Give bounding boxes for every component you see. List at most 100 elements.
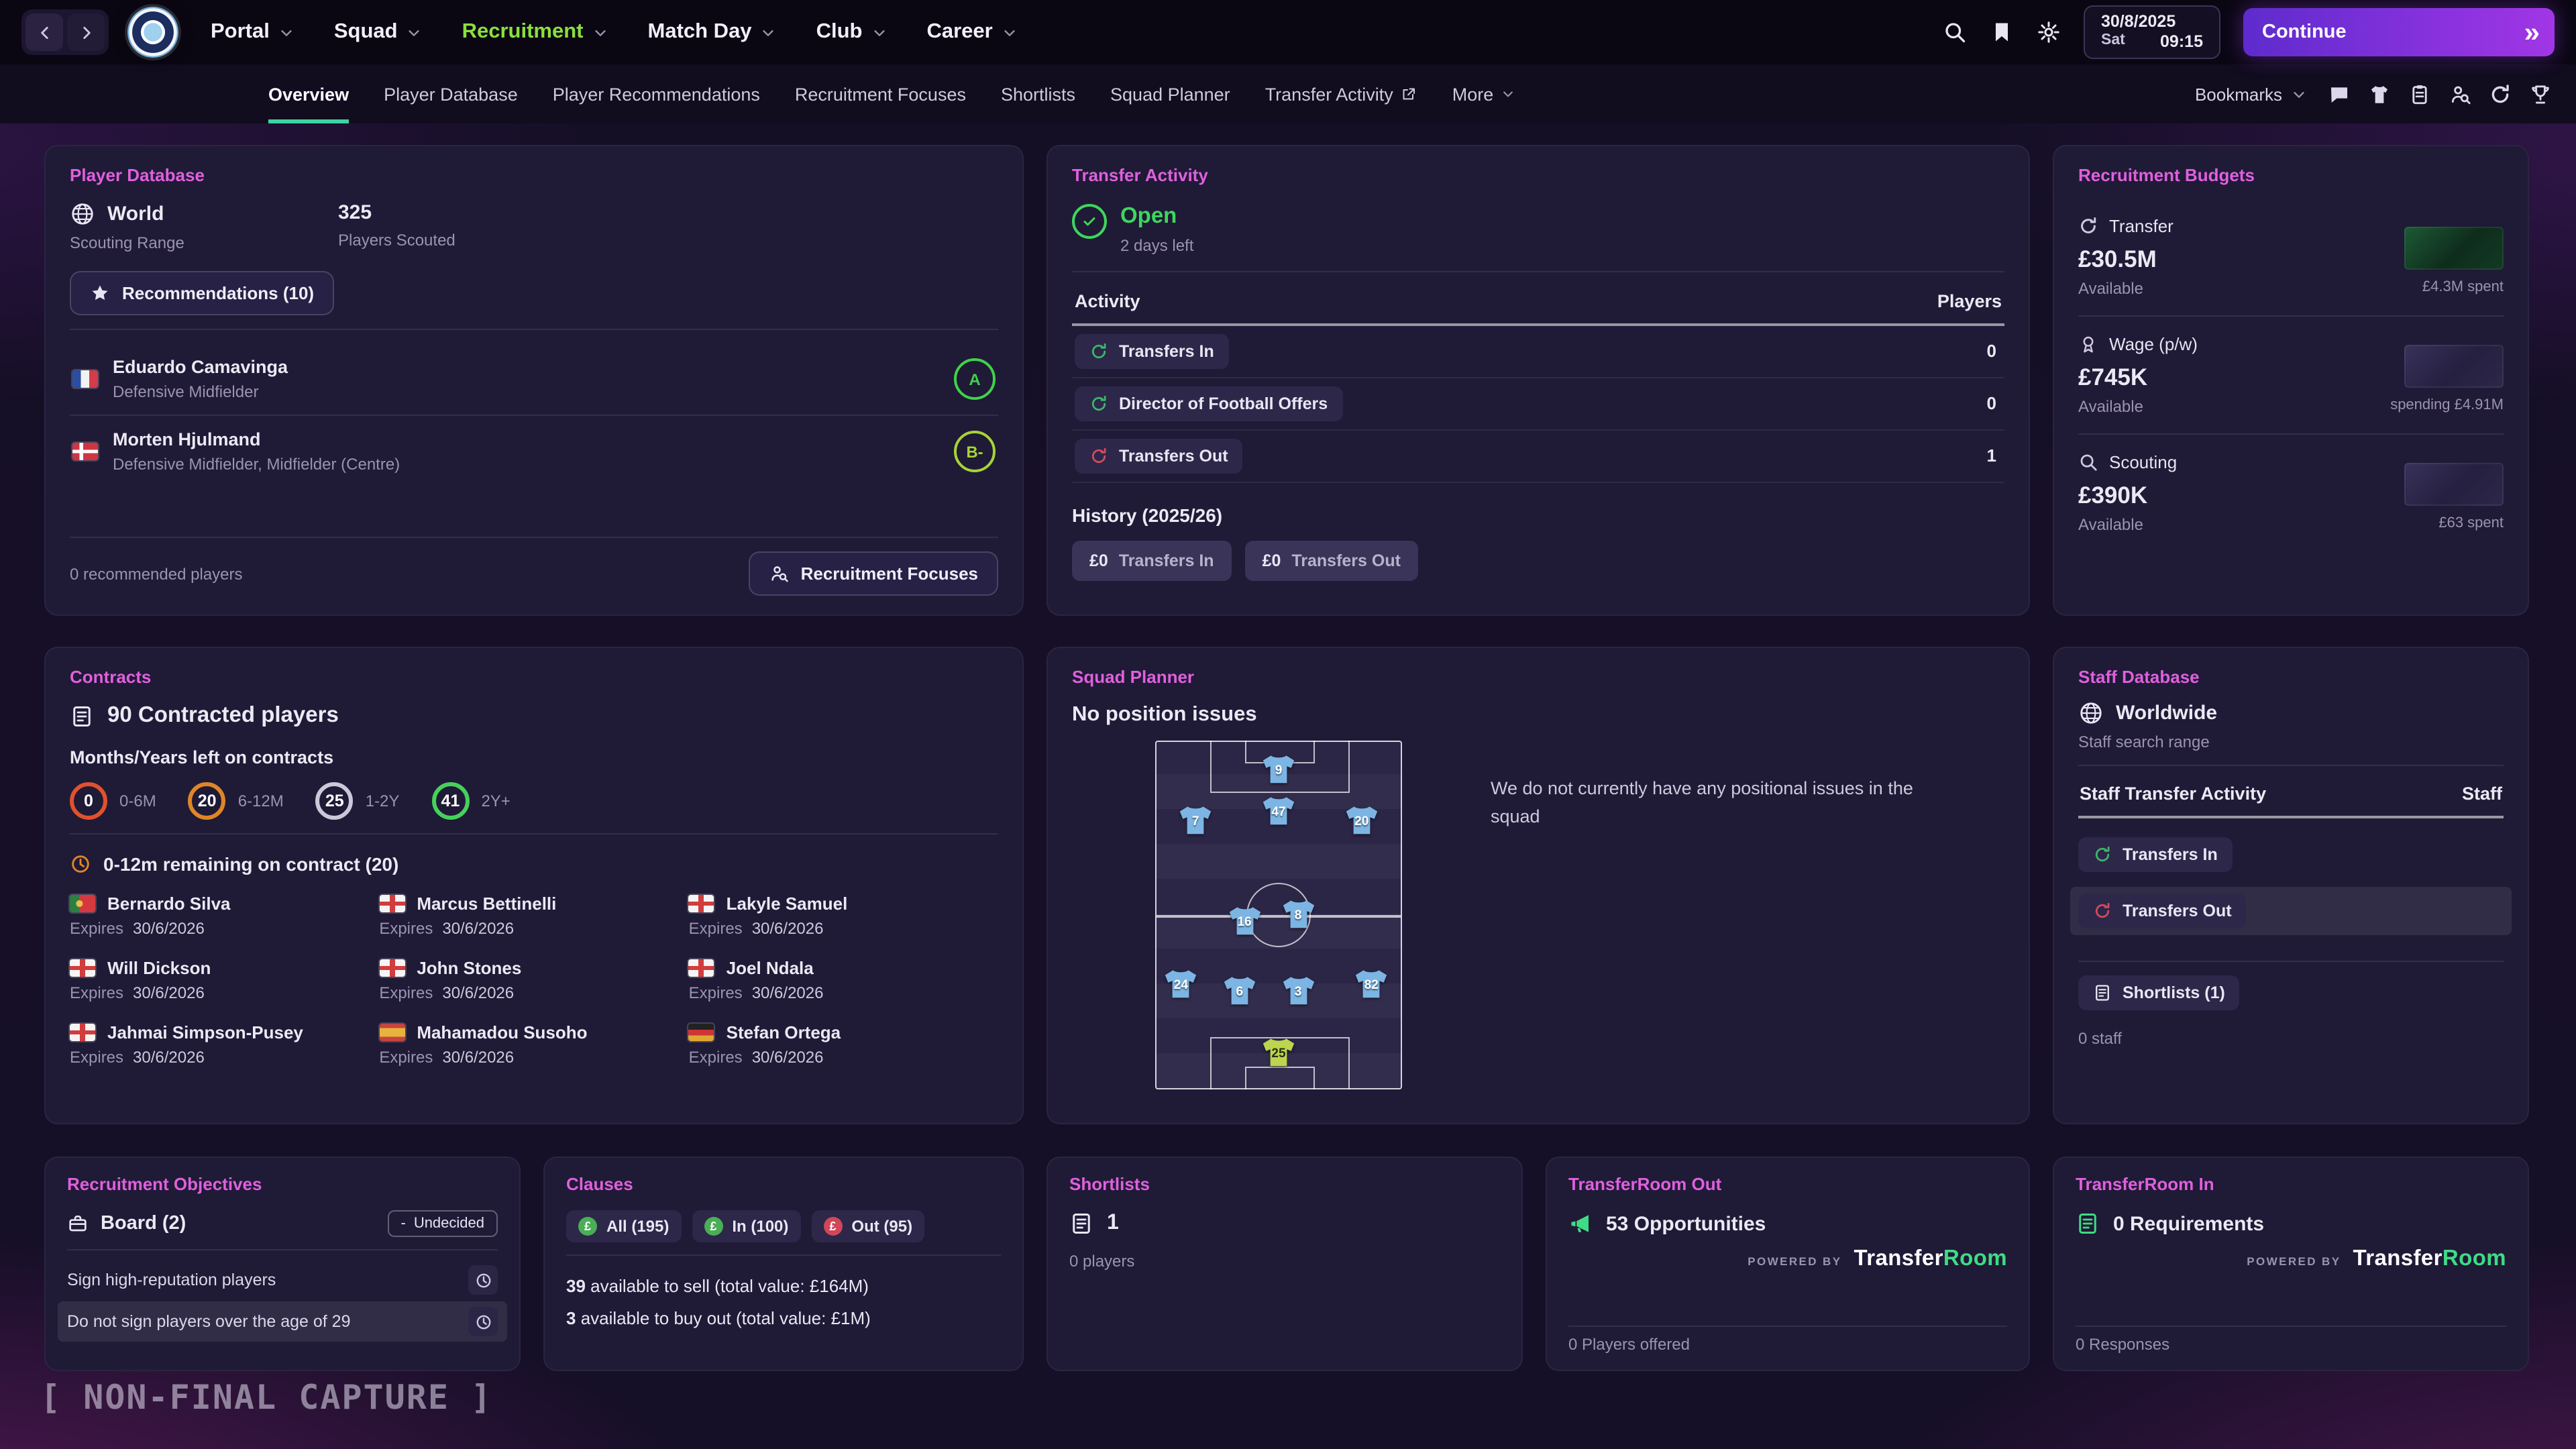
nav-item[interactable]: Portal [211, 20, 294, 44]
opportunities-count: 53 Opportunities [1606, 1212, 1766, 1235]
activity-row: Transfers In 0 [1072, 326, 2004, 378]
gear-icon[interactable] [2037, 20, 2061, 44]
subnav-tab[interactable]: Recruitment Focuses [795, 64, 966, 123]
expiring-player[interactable]: Mahamadou Susoho Expires 30/6/2026 [379, 1022, 688, 1067]
back-button[interactable] [25, 13, 63, 51]
expiring-player[interactable]: Stefan Ortega Expires 30/6/2026 [689, 1022, 998, 1067]
pending-decision-icon[interactable] [468, 1307, 498, 1336]
sync-icon[interactable] [2489, 83, 2512, 105]
expiring-player[interactable]: John Stones Expires 30/6/2026 [379, 958, 688, 1002]
clauses-filter-tab[interactable]: £ Out (95) [811, 1210, 924, 1242]
expiring-player[interactable]: Lakyle Samuel Expires 30/6/2026 [689, 894, 998, 938]
clauses-filter-tab[interactable]: £ All (195) [566, 1210, 681, 1242]
squad-shirt[interactable]: 3 [1280, 975, 1316, 1008]
chat-icon[interactable] [2328, 83, 2351, 105]
kit-icon[interactable] [2368, 83, 2391, 105]
history-total-button[interactable]: £0 Transfers Out [1245, 541, 1418, 581]
subnav-tab[interactable]: Player Database [384, 64, 518, 123]
expiring-player[interactable]: Marcus Bettinelli Expires 30/6/2026 [379, 894, 688, 938]
squad-shirt[interactable]: 8 [1280, 899, 1316, 931]
clauses-filter-tab[interactable]: £ In (100) [692, 1210, 800, 1242]
flag-icon [689, 959, 714, 977]
activity-filter-button[interactable]: Transfers Out [1075, 439, 1243, 474]
activity-filter-button[interactable]: Transfers In [1075, 334, 1229, 369]
scout-search-icon[interactable] [2449, 83, 2471, 105]
objective-row[interactable]: Do not sign players over the age of 29 [58, 1301, 507, 1342]
nav-item[interactable]: Match Day [648, 20, 776, 44]
recruitment-focuses-button[interactable]: Recruitment Focuses [749, 551, 998, 596]
section-subnav: Overview Player Database Player Recommen… [0, 64, 2576, 123]
budget-label: Wage (p/w) [2109, 334, 2198, 354]
bookmarks-dropdown[interactable]: Bookmarks [2195, 84, 2306, 104]
staff-transfers-out-button[interactable]: Transfers Out [2078, 894, 2247, 928]
trophy-icon[interactable] [2529, 83, 2552, 105]
requirements-count: 0 Requirements [2113, 1212, 2264, 1235]
player-name: Stefan Ortega [727, 1022, 841, 1042]
squad-shirt[interactable]: 25 [1260, 1037, 1297, 1069]
nav-item[interactable]: Club [816, 20, 887, 44]
recommendations-button[interactable]: Recommendations (10) [70, 271, 334, 315]
subnav-tab[interactable]: Transfer Activity [1265, 64, 1417, 123]
nav-item[interactable]: Recruitment [462, 20, 608, 44]
subnav-tab[interactable]: Player Recommendations [553, 64, 760, 123]
nav-item[interactable]: Squad [334, 20, 422, 44]
shirt-number: 16 [1226, 915, 1263, 930]
squad-shirt[interactable]: 20 [1344, 806, 1380, 838]
subnav-tab-label: Transfer Activity [1265, 84, 1393, 104]
contracts-card: Contracts 90 Contracted players Months/Y… [44, 647, 1024, 1124]
squad-pitch[interactable]: 9 7 47 20 [1155, 741, 1402, 1089]
staff-shortlists-button[interactable]: Shortlists (1) [2078, 975, 2240, 1010]
globe-icon [70, 201, 95, 227]
subnav-tab[interactable]: Shortlists [1001, 64, 1075, 123]
objective-text: Sign high-reputation players [67, 1271, 276, 1289]
expiring-players-grid: Bernardo Silva Expires 30/6/2026 Marcus … [70, 894, 998, 1067]
objectives-status-pill[interactable]: - Undecided [387, 1210, 498, 1237]
staff-transfers-in-button[interactable]: Transfers In [2078, 837, 2233, 872]
shirt-number: 8 [1280, 908, 1316, 923]
forward-button[interactable] [67, 13, 105, 51]
subnav-tab[interactable]: Overview [268, 64, 349, 123]
recommended-player-row[interactable]: Morten Hjulmand Defensive Midfielder, Mi… [70, 415, 998, 487]
expiring-player[interactable]: Will Dickson Expires 30/6/2026 [70, 958, 379, 1002]
squad-shirt[interactable]: 24 [1163, 968, 1199, 1000]
expires-label: Expires [689, 1048, 743, 1067]
nav-item[interactable]: Career [926, 20, 1016, 44]
search-icon[interactable] [1943, 20, 1967, 44]
squad-shirt[interactable]: 82 [1353, 968, 1389, 1000]
bookmark-icon[interactable] [1990, 20, 2014, 44]
sell-clauses-line: 39 available to sell (total value: £164M… [566, 1276, 1001, 1296]
expiry-date: 30/6/2026 [133, 983, 205, 1002]
subnav-tab[interactable]: More [1452, 64, 1515, 123]
squad-shirt[interactable]: 6 [1222, 975, 1258, 1008]
subnav-tab-label: Shortlists [1001, 84, 1075, 104]
activity-filter-button[interactable]: Director of Football Offers [1075, 386, 1342, 421]
wage-budget-icon [2078, 334, 2098, 354]
pending-decision-icon[interactable] [468, 1265, 498, 1295]
expiring-player[interactable]: Bernardo Silva Expires 30/6/2026 [70, 894, 379, 938]
objective-row[interactable]: Sign high-reputation players [58, 1260, 507, 1300]
expiring-player[interactable]: Joel Ndala Expires 30/6/2026 [689, 958, 998, 1002]
staff-count-note: 0 staff [2078, 1029, 2504, 1048]
squad-shirt[interactable]: 16 [1226, 906, 1263, 938]
squad-shirt[interactable]: 7 [1177, 806, 1214, 838]
clipboard-icon[interactable] [2408, 83, 2431, 105]
history-total-button[interactable]: £0 Transfers In [1072, 541, 1232, 581]
budget-spend-chart [2404, 463, 2504, 506]
squad-shirt[interactable]: 47 [1260, 795, 1297, 827]
club-badge[interactable] [127, 7, 178, 58]
squad-shirt[interactable]: 9 [1260, 753, 1297, 786]
subnav-tab[interactable]: Squad Planner [1110, 64, 1230, 123]
continue-button[interactable]: Continue » [2243, 8, 2555, 56]
card-title: Squad Planner [1072, 667, 2004, 687]
expiring-player[interactable]: Jahmai Simpson-Pusey Expires 30/6/2026 [70, 1022, 379, 1067]
transferroom-logo: TransferRoom [2353, 1246, 2506, 1272]
recommended-player-row[interactable]: Eduardo Camavinga Defensive Midfielder A [70, 343, 998, 415]
shirt-number: 9 [1260, 763, 1297, 777]
player-name: Joel Ndala [727, 958, 814, 978]
expires-label: Expires [70, 983, 123, 1002]
buyout-clauses-line: 3 available to buy out (total value: £1M… [566, 1308, 1001, 1328]
transfer-arrows-icon [2093, 845, 2112, 864]
player-name: Bernardo Silva [107, 894, 231, 914]
shirt-number: 20 [1344, 815, 1380, 830]
continue-label: Continue [2262, 21, 2347, 43]
